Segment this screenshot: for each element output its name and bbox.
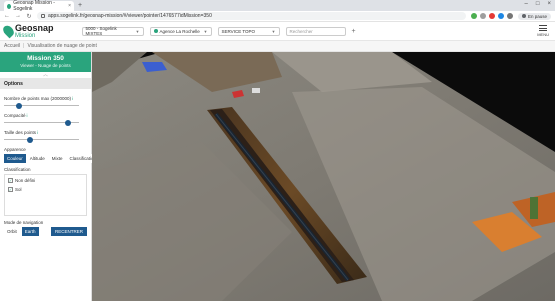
extension-icon[interactable] xyxy=(479,13,486,19)
point-count-slider[interactable] xyxy=(4,102,87,109)
search-input[interactable]: Rechercher xyxy=(285,26,346,36)
service-select[interactable]: SERVICE TOPO ▼ xyxy=(217,26,280,36)
slider-thumb[interactable] xyxy=(16,102,22,109)
browser-tab[interactable]: Geosnap Mission - Sogelink × xyxy=(4,0,74,12)
service-select-value: SERVICE TOPO xyxy=(221,28,256,34)
address-bar[interactable]: apps.sogelink.fr/geosnap-mission/#/viewe… xyxy=(37,12,466,20)
avatar xyxy=(521,14,526,18)
options-panel: Mission 350 Viewer - Nuage de points ︿ O… xyxy=(0,52,100,301)
add-button[interactable]: + xyxy=(352,28,356,35)
company-select-value: 5000 - Sogelink MIXTES xyxy=(85,26,117,36)
profile-status: En pause xyxy=(527,13,547,19)
extensions xyxy=(470,13,513,19)
agency-select[interactable]: Agence La Rochelle ▼ xyxy=(149,26,212,36)
appearance-option-couleur[interactable]: Couleur xyxy=(4,154,26,163)
menu-button[interactable]: MENU xyxy=(537,25,549,37)
extension-icon[interactable] xyxy=(488,13,495,19)
appearance-label: Apparence xyxy=(4,147,26,152)
class-label: Non défini xyxy=(15,178,36,183)
chevron-down-icon: ▼ xyxy=(203,28,208,34)
classification-label: Classification xyxy=(4,167,31,172)
forward-button[interactable]: → xyxy=(15,13,21,19)
extension-icon[interactable] xyxy=(497,13,504,19)
compacity-label: Compacitéi xyxy=(4,113,28,118)
point-size-slider[interactable] xyxy=(4,136,87,143)
classification-list: ✓ Non défini ✓ Sol xyxy=(4,174,87,216)
navigation-label: Mode de navigation xyxy=(4,220,44,225)
slider-thumb[interactable] xyxy=(64,119,71,126)
breadcrumb: Accueil | Visualisation de nuage de poin… xyxy=(0,41,555,52)
breadcrumb-separator: | xyxy=(23,43,25,49)
geosnap-pin-icon xyxy=(1,23,16,39)
list-item[interactable]: ✓ Non défini xyxy=(8,178,83,183)
point-cloud-render[interactable] xyxy=(92,52,555,301)
appearance-toggle: Couleur Altitude Mixte Classification xyxy=(4,154,100,163)
close-window-button[interactable]: × xyxy=(547,1,551,7)
slider-thumb[interactable] xyxy=(27,136,34,143)
mission-header: Mission 350 Viewer - Nuage de points xyxy=(0,52,91,72)
chevron-down-icon: ▼ xyxy=(135,28,140,34)
geosnap-favicon-icon xyxy=(7,3,12,9)
menu-label: MENU xyxy=(537,32,549,37)
logo-subtitle: Mission xyxy=(15,32,36,39)
checkbox[interactable]: ✓ xyxy=(8,178,13,183)
maximize-button[interactable]: □ xyxy=(536,1,540,7)
list-item[interactable]: ✓ Sol xyxy=(8,187,83,192)
geosnap-logo[interactable]: Geosnap Mission xyxy=(1,22,54,39)
lock-icon xyxy=(41,14,45,18)
breadcrumb-home[interactable]: Accueil xyxy=(4,43,20,49)
browser-tab-strip: Geosnap Mission - Sogelink × + – □ × xyxy=(0,0,555,12)
mission-title: Mission 350 xyxy=(27,55,64,62)
company-select[interactable]: 5000 - Sogelink MIXTES ▼ xyxy=(81,26,144,36)
hamburger-icon xyxy=(539,25,548,31)
logo-title: Geosnap xyxy=(15,22,54,33)
app-header: Geosnap Mission 5000 - Sogelink MIXTES ▼… xyxy=(0,22,555,41)
chevron-down-icon: ▼ xyxy=(271,28,276,34)
url-text: apps.sogelink.fr/geosnap-mission/#/viewe… xyxy=(48,13,212,19)
point-count-label: Nombre de points max (2000000)i xyxy=(4,96,74,101)
tab-title: Geosnap Mission - Sogelink xyxy=(13,0,55,12)
point-size-label: Taille des pointsi xyxy=(4,130,39,135)
new-tab-button[interactable]: + xyxy=(78,1,82,11)
point-cloud-viewer[interactable] xyxy=(92,52,555,301)
appearance-option-mixte[interactable]: Mixte xyxy=(48,154,66,163)
search-placeholder: Rechercher xyxy=(289,28,313,34)
extension-icon[interactable] xyxy=(506,13,513,19)
window-controls: – □ × xyxy=(525,1,551,7)
breadcrumb-current: Visualisation de nuage de point xyxy=(27,43,97,49)
class-label: Sol xyxy=(15,187,22,192)
navigation-option-earth[interactable]: Earth xyxy=(21,227,39,236)
navigation-option-orbit[interactable]: Orbit xyxy=(4,227,20,236)
profile-button[interactable]: En pause xyxy=(517,12,551,20)
compacity-slider[interactable] xyxy=(4,119,87,126)
navigation-toggle: Orbit Earth RECENTRER xyxy=(4,227,87,236)
back-button[interactable]: ← xyxy=(4,13,10,19)
reload-button[interactable]: ↻ xyxy=(26,13,32,20)
minimize-button[interactable]: – xyxy=(525,1,528,7)
mission-subtitle: Viewer - Nuage de points xyxy=(20,63,71,68)
checkbox[interactable]: ✓ xyxy=(8,187,13,192)
appearance-option-altitude[interactable]: Altitude xyxy=(26,154,48,163)
recenter-button[interactable]: RECENTRER xyxy=(50,227,87,236)
extension-icon[interactable] xyxy=(470,13,477,19)
tab-close-icon[interactable]: × xyxy=(68,3,71,9)
location-icon xyxy=(153,29,158,33)
agency-select-value: Agence La Rochelle xyxy=(159,28,200,34)
browser-toolbar: ← → ↻ apps.sogelink.fr/geosnap-mission/#… xyxy=(0,11,555,22)
options-header[interactable]: Options xyxy=(0,78,91,89)
